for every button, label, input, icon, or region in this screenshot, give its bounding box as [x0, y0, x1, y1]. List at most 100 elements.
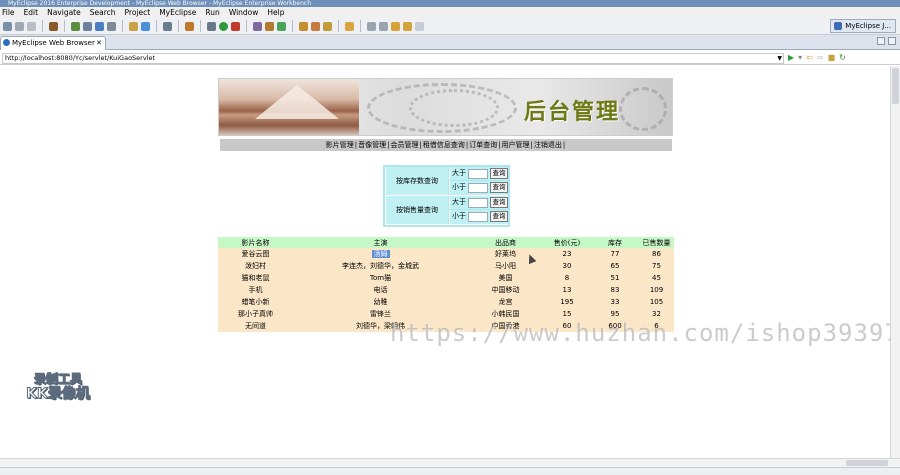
menu-search[interactable]: Search [90, 7, 116, 18]
forward-arrow-icon[interactable]: ⇨ [817, 53, 824, 63]
menu-run[interactable]: Run [205, 7, 219, 18]
external-tools-icon[interactable] [231, 21, 240, 31]
col-stock: 库存 [591, 237, 639, 248]
browser-icon[interactable] [107, 21, 116, 31]
col-sold: 已售数量 [639, 237, 674, 248]
stock-lt-query-button[interactable]: 查询 [490, 182, 508, 193]
back-icon[interactable] [403, 21, 412, 31]
sales-lt-input[interactable] [468, 212, 488, 222]
close-icon[interactable]: ✕ [96, 37, 102, 49]
wizard-icon[interactable] [185, 21, 194, 31]
cell-stock: 33 [591, 296, 639, 308]
bookmark-icon[interactable] [345, 21, 354, 31]
web-icon[interactable] [141, 21, 150, 31]
cell-stock: 51 [591, 272, 639, 284]
new-class-icon[interactable] [253, 21, 262, 31]
recorder-logo: 录制工具 KK录像机 [18, 372, 98, 408]
editor-tab-bar: MyEclipse Web Browser ✕ [0, 35, 900, 50]
vertical-scrollbar[interactable] [890, 66, 900, 458]
menu-bar: File Edit Navigate Search Project MyEcli… [0, 7, 900, 18]
new-project-icon[interactable] [277, 21, 286, 31]
table-row: 猫和老鼠 Tom猫 美国 8 51 45 [218, 272, 674, 284]
stock-lt-label: 小于 [452, 183, 466, 191]
cell-stars: 电话 [293, 284, 468, 296]
horizontal-scrollbar[interactable] [0, 458, 900, 467]
forward-icon[interactable] [415, 21, 424, 31]
stop-icon[interactable]: ■ [828, 53, 836, 63]
prev-annotation-icon[interactable] [379, 21, 388, 31]
cell-price: 30 [543, 260, 591, 272]
save-icon[interactable] [15, 21, 24, 31]
perspective-label: MyEclipse J... [845, 22, 891, 30]
menu-project[interactable]: Project [125, 7, 151, 18]
terminal-icon[interactable] [163, 21, 172, 31]
menu-window[interactable]: Window [229, 7, 259, 18]
next-annotation-icon[interactable] [367, 21, 376, 31]
window-title-bar: MyEclipse 2016 Enterprise Development - … [0, 0, 900, 7]
stock-lt-input[interactable] [468, 183, 488, 193]
go-icon[interactable]: ▶ [788, 53, 794, 63]
open-folder-icon[interactable] [299, 21, 308, 31]
refresh-icon[interactable]: ↻ [839, 53, 846, 63]
table-row: 蜡笔小新 幼稚 龙宫 195 33 105 [218, 296, 674, 308]
nav-movie-manage[interactable]: 影片管理 [326, 141, 354, 149]
perspective-switcher[interactable]: MyEclipse J... [830, 19, 896, 33]
stock-gt-query-button[interactable]: 查询 [490, 168, 508, 179]
nav-user-manage[interactable]: 用户管理 [502, 141, 530, 149]
sales-gt-input[interactable] [468, 198, 488, 208]
cell-sold: 105 [639, 296, 674, 308]
movie-stock-table: 影片名称 主演 出品商 售价(元) 库存 已售数量 爱谷云图 汤姆 好莱坞 23… [218, 237, 674, 332]
tab-web-browser[interactable]: MyEclipse Web Browser ✕ [0, 36, 106, 50]
menu-file[interactable]: File [2, 7, 15, 18]
cell-price: 13 [543, 284, 591, 296]
run-icon[interactable] [219, 21, 228, 31]
menu-help[interactable]: Help [267, 7, 284, 18]
menu-navigate[interactable]: Navigate [47, 7, 81, 18]
sales-lt-label: 小于 [452, 212, 466, 220]
banner-title: 后台管理 [524, 99, 621, 125]
database-icon[interactable] [95, 21, 104, 31]
cell-price: 8 [543, 272, 591, 284]
menu-edit[interactable]: Edit [24, 7, 39, 18]
sales-lt-query-button[interactable]: 查询 [490, 211, 508, 222]
last-edit-icon[interactable] [391, 21, 400, 31]
nav-logout[interactable]: 注销退出 [534, 141, 562, 149]
chevron-down-icon[interactable]: ▼ [777, 54, 782, 63]
cell-title: 无间道 [218, 320, 293, 332]
cell-sold: 86 [639, 248, 674, 260]
maximize-icon[interactable] [888, 37, 896, 45]
new-package-icon[interactable] [265, 21, 274, 31]
sales-query-label: 按销售量查询 [386, 196, 449, 224]
debug-icon[interactable] [207, 21, 216, 31]
stock-gt-label: 大于 [452, 169, 466, 177]
server-icon[interactable] [83, 21, 92, 31]
deploy-icon[interactable] [71, 21, 80, 31]
stock-sales-query-form: 按库存数查询 大于 查询 小于 查询 按销售量查询 大于 查询 小于 查询 [383, 165, 510, 227]
sales-gt-query-button[interactable]: 查询 [490, 197, 508, 208]
col-title: 影片名称 [218, 237, 293, 248]
cell-price: 23 [543, 248, 591, 260]
nav-rental-query[interactable]: 租借信息查询 [423, 141, 465, 149]
minimize-icon[interactable] [877, 37, 885, 45]
globe-icon [3, 39, 10, 46]
open-type-icon[interactable] [129, 21, 138, 31]
back-arrow-icon[interactable]: ⇦ [806, 53, 813, 63]
nav-order-query[interactable]: 订单查询 [469, 141, 497, 149]
new-icon[interactable] [3, 21, 12, 31]
print-icon[interactable] [49, 21, 58, 31]
col-price: 售价(元) [543, 237, 591, 248]
save-all-icon[interactable] [27, 21, 36, 31]
annotation-icon[interactable] [323, 21, 332, 31]
watermark-text: https://www.huzhan.com/ishop39397 [390, 319, 890, 347]
cell-sold: 109 [639, 284, 674, 296]
menu-myeclipse[interactable]: MyEclipse [159, 7, 196, 18]
url-input[interactable]: http://localhost:8080/Yc/servlet/KuiGaoS… [2, 53, 784, 64]
view-window-controls [877, 37, 896, 45]
nav-video-manage[interactable]: 音像管理 [358, 141, 386, 149]
settings-icon[interactable]: ▾ [798, 53, 802, 63]
cell-title: 手机 [218, 284, 293, 296]
search-icon[interactable] [311, 21, 320, 31]
stock-gt-input[interactable] [468, 169, 488, 179]
nav-member-manage[interactable]: 会员管理 [390, 141, 418, 149]
cell-price: 195 [543, 296, 591, 308]
